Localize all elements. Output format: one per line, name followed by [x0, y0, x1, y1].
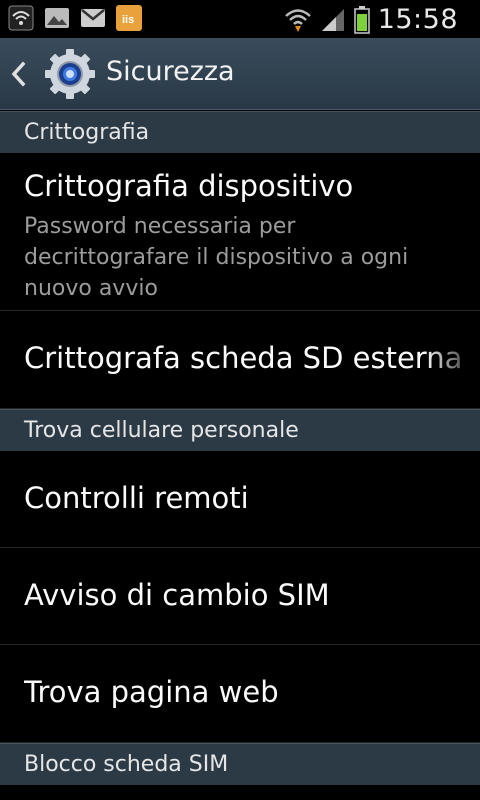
section-header-blocco-sim: Blocco scheda SIM — [0, 743, 480, 785]
list-item-avviso-cambio-sim[interactable]: Avviso di cambio SIM — [0, 548, 480, 645]
item-title: Trova pagina web — [24, 675, 279, 709]
section-header-crittografia: Crittografia — [0, 111, 480, 153]
list-item-crittografa-scheda-sd[interactable]: Crittografa scheda SD esterna — [0, 311, 480, 409]
item-title: Crittografa scheda SD esterna — [24, 341, 463, 375]
item-title: Avviso di cambio SIM — [24, 578, 330, 612]
clock: 15:58 — [377, 4, 458, 35]
gmail-icon — [81, 9, 105, 27]
item-title: Crittografia dispositivo — [24, 169, 354, 203]
gallery-icon — [45, 8, 69, 28]
list-item-trova-pagina-web[interactable]: Trova pagina web — [0, 645, 480, 743]
item-summary: Password necessaria per decrittografare … — [24, 214, 409, 301]
list-item-controlli-remoti[interactable]: Controlli remoti — [0, 451, 480, 548]
status-icons: 15:58 — [284, 4, 458, 35]
chevron-left-icon[interactable] — [8, 60, 28, 88]
section-header-trova-cellulare: Trova cellulare personale — [0, 409, 480, 451]
status-bar: iis 15:58 — [0, 0, 480, 38]
list-item-crittografia-dispositivo[interactable]: Crittografia dispositivo Password necess… — [0, 153, 480, 311]
app-badge: iis — [122, 14, 135, 26]
battery-icon — [353, 5, 370, 34]
page-title: Sicurezza — [106, 56, 235, 87]
app-icon: iis — [116, 5, 142, 31]
notification-icons: iis — [8, 5, 142, 31]
action-bar: Sicurezza — [0, 38, 480, 110]
cell-signal-icon — [321, 8, 344, 31]
item-title: Controlli remoti — [24, 481, 249, 515]
wifi-icon — [8, 5, 34, 31]
gear-icon[interactable] — [44, 48, 96, 100]
wifi-signal-icon — [284, 8, 311, 32]
